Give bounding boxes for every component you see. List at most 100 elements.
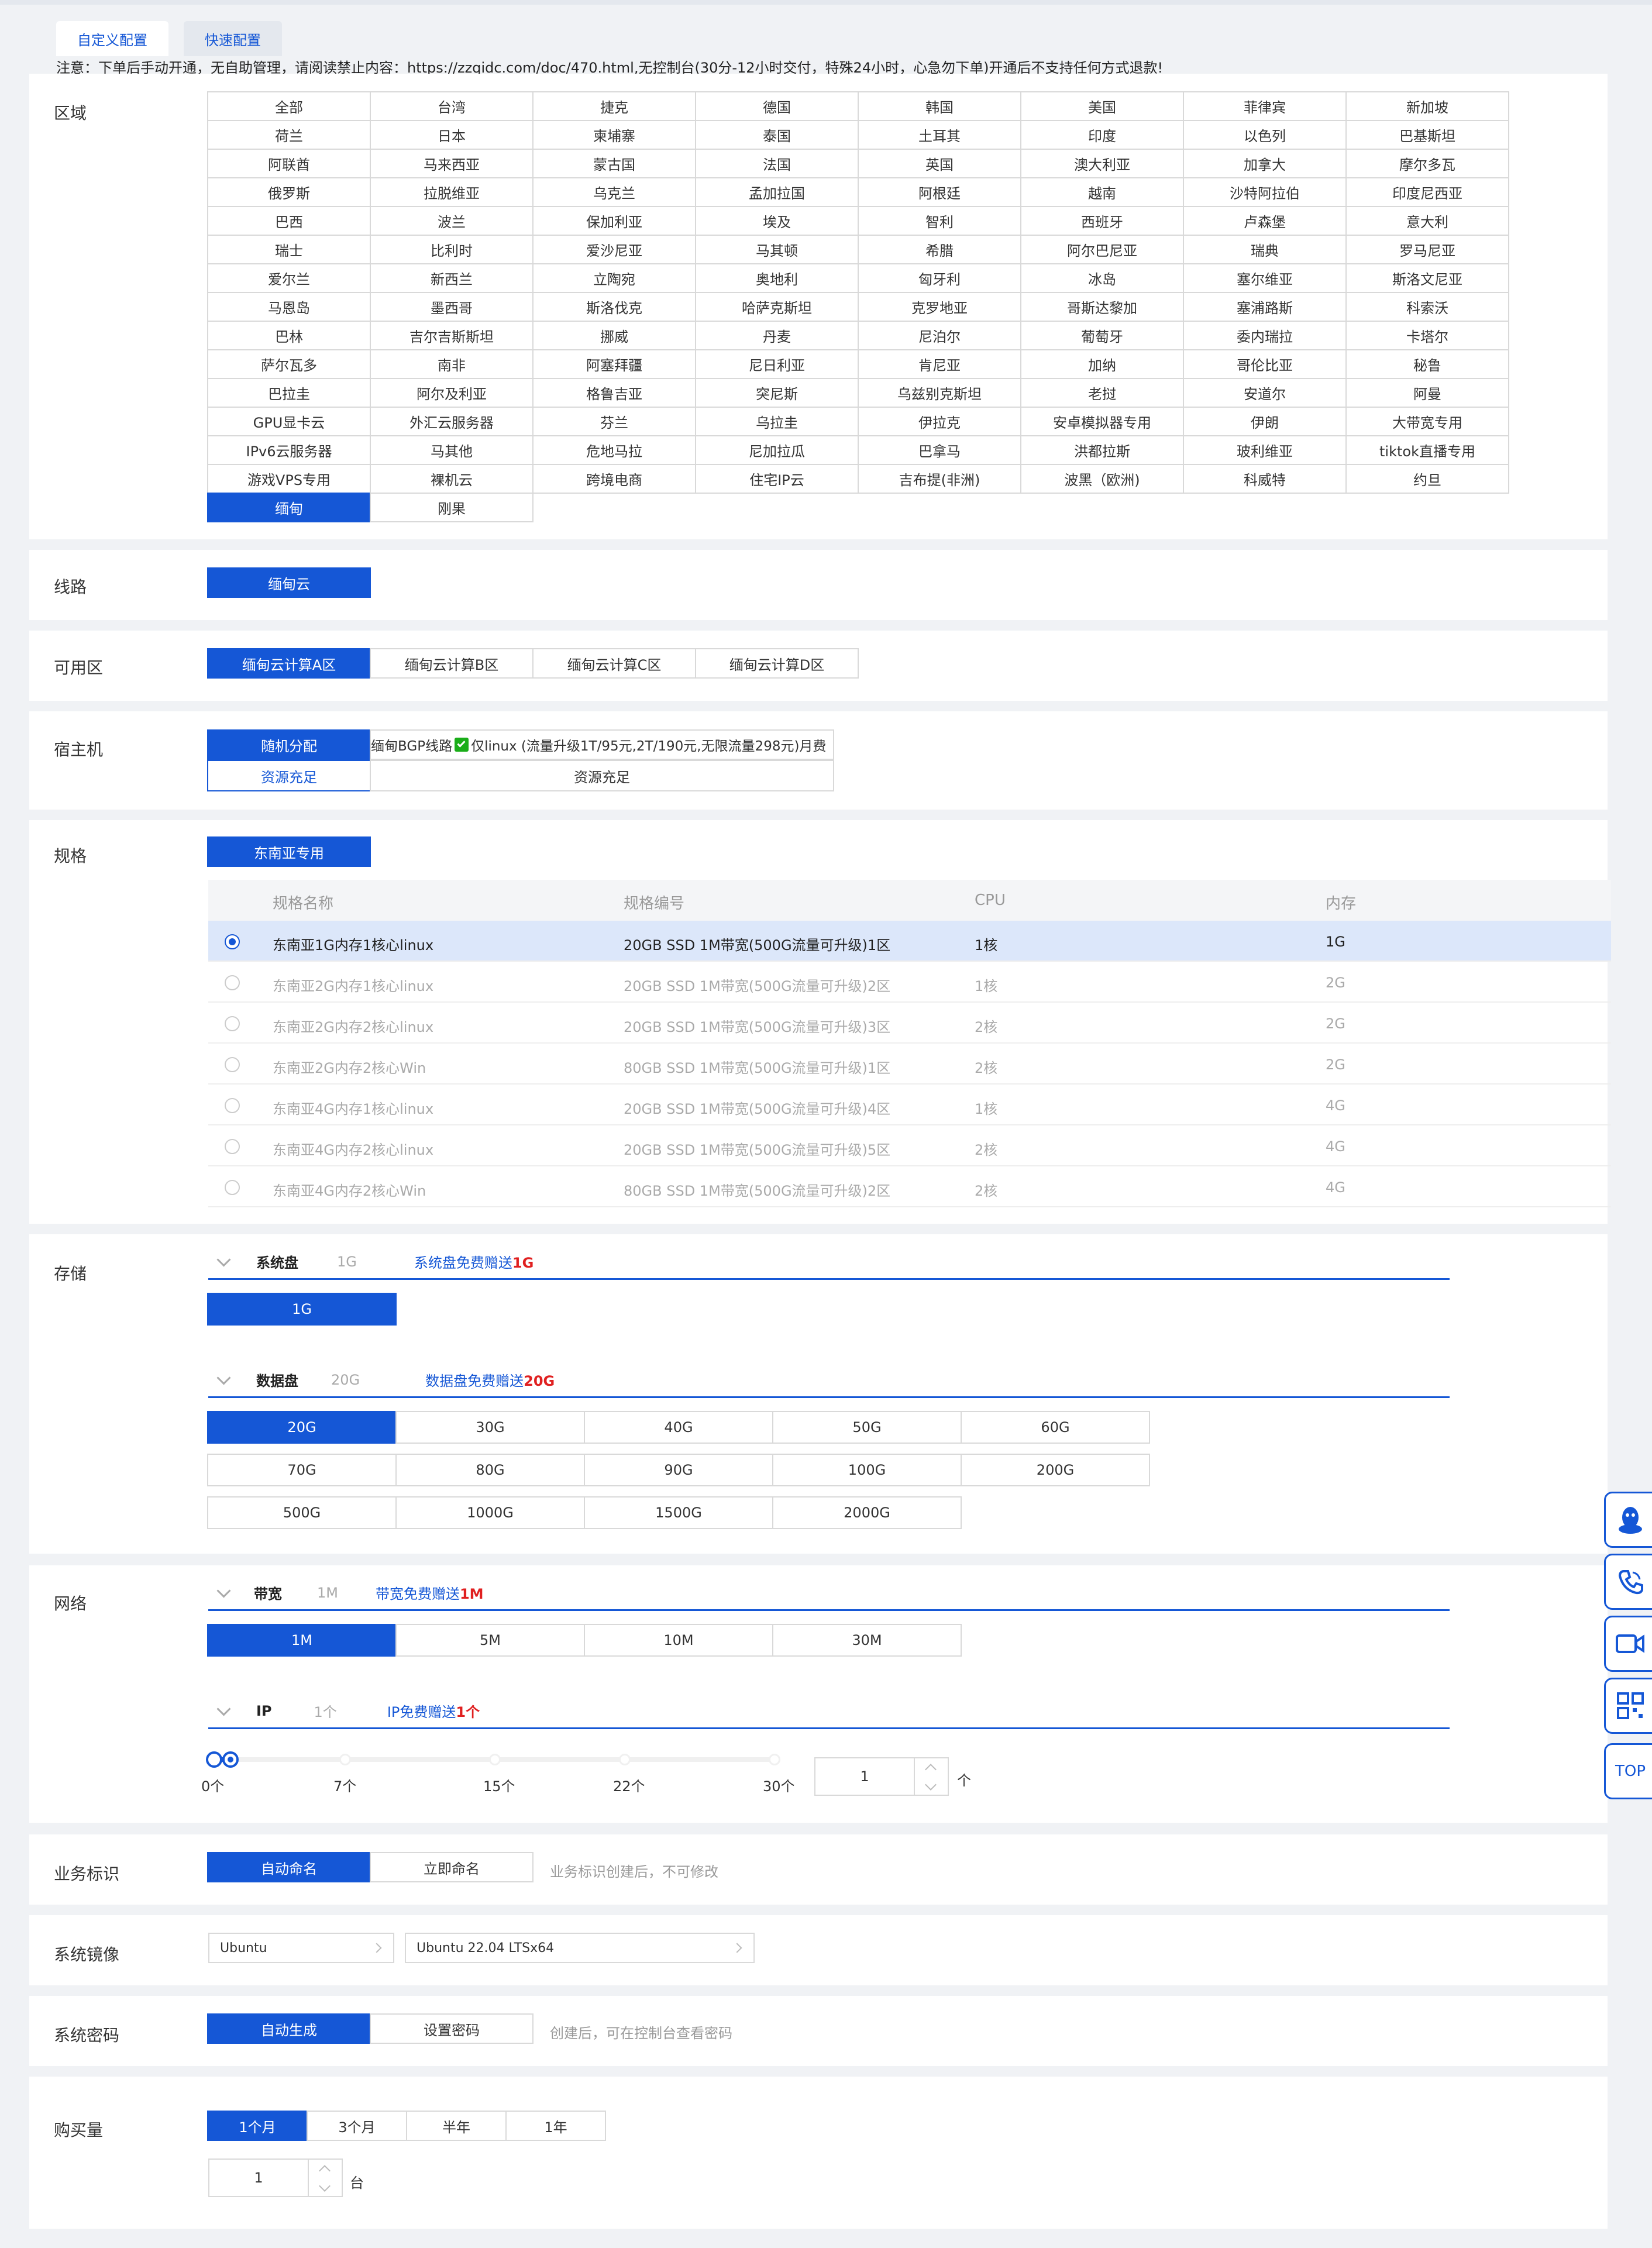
region-option[interactable]: 科威特 — [1183, 464, 1347, 494]
region-option[interactable]: 阿曼 — [1345, 378, 1509, 408]
region-option[interactable]: 埃及 — [695, 206, 859, 236]
quantity-value[interactable]: 1 — [209, 2170, 308, 2186]
ip-count-value[interactable]: 1 — [815, 1768, 914, 1785]
region-option[interactable]: 捷克 — [532, 91, 696, 121]
region-option[interactable]: 缅甸 — [207, 493, 371, 522]
region-option[interactable]: 安道尔 — [1183, 378, 1347, 408]
region-option[interactable]: 南非 — [370, 349, 534, 379]
region-option[interactable]: 菲律宾 — [1183, 91, 1347, 121]
region-option[interactable]: 阿联酋 — [207, 149, 371, 178]
phone-contact-button[interactable] — [1604, 1554, 1652, 1610]
qrcode-button[interactable] — [1604, 1678, 1652, 1734]
data-disk-option[interactable]: 2000G — [772, 1496, 962, 1529]
bandwidth-option[interactable]: 10M — [584, 1624, 773, 1657]
region-option[interactable]: 住宅IP云 — [695, 464, 859, 494]
region-option[interactable]: 沙特阿拉伯 — [1183, 177, 1347, 207]
region-option[interactable]: 美国 — [1020, 91, 1184, 121]
region-option[interactable]: 罗马尼亚 — [1345, 235, 1509, 264]
region-option[interactable]: 科索沃 — [1345, 292, 1509, 322]
region-option[interactable]: 萨尔瓦多 — [207, 349, 371, 379]
region-option[interactable]: 爱沙尼亚 — [532, 235, 696, 264]
region-option[interactable]: 阿根廷 — [858, 177, 1021, 207]
zone-option[interactable]: 缅甸云计算B区 — [370, 648, 534, 679]
region-option[interactable]: 老挝 — [1020, 378, 1184, 408]
region-option[interactable]: 约旦 — [1345, 464, 1509, 494]
region-option[interactable]: 新加坡 — [1345, 91, 1509, 121]
host-bgp-option[interactable]: 缅甸BGP线路 仅linux (流量升级1T/95元,2T/190元,无限流量2… — [370, 729, 834, 760]
region-option[interactable]: 希腊 — [858, 235, 1021, 264]
region-option[interactable]: 塞尔维亚 — [1183, 263, 1347, 293]
region-option[interactable]: 加拿大 — [1183, 149, 1347, 178]
ip-slider-tick-dot[interactable] — [769, 1754, 780, 1765]
region-option[interactable]: 德国 — [695, 91, 859, 121]
back-to-top-button[interactable]: TOP — [1604, 1743, 1652, 1799]
host-random-button[interactable]: 随机分配 — [207, 729, 371, 760]
region-option[interactable]: 丹麦 — [695, 321, 859, 350]
data-disk-option[interactable]: 80G — [395, 1454, 585, 1486]
ip-slider-tick-dot[interactable] — [339, 1754, 351, 1765]
data-disk-option[interactable]: 90G — [584, 1454, 773, 1486]
region-option[interactable]: 土耳其 — [858, 120, 1021, 150]
region-option[interactable]: 马其他 — [370, 435, 534, 465]
ip-slider-tick-dot[interactable] — [619, 1754, 631, 1765]
data-disk-header[interactable]: 数据盘 20G 数据盘免费赠送20G — [208, 1363, 1450, 1398]
region-option[interactable]: 英国 — [858, 149, 1021, 178]
spec-row[interactable]: 东南亚1G内存1核心linux 20GB SSD 1M带宽(500G流量可升级)1… — [208, 921, 1611, 962]
region-option[interactable]: 巴拿马 — [858, 435, 1021, 465]
ip-slider-handle[interactable] — [222, 1751, 239, 1768]
region-option[interactable]: IPv6云服务器 — [207, 435, 371, 465]
region-option[interactable]: 格鲁吉亚 — [532, 378, 696, 408]
region-option[interactable]: 巴林 — [207, 321, 371, 350]
region-option[interactable]: 哥斯达黎加 — [1020, 292, 1184, 322]
region-option[interactable]: 墨西哥 — [370, 292, 534, 322]
tab-custom-config[interactable]: 自定义配置 — [56, 21, 168, 56]
region-option[interactable]: 哥伦比亚 — [1183, 349, 1347, 379]
spec-row[interactable]: 东南亚4G内存1核心linux 20GB SSD 1M带宽(500G流量可升级)4… — [208, 1085, 1611, 1125]
bandwidth-option[interactable]: 1M — [207, 1624, 397, 1657]
spec-row[interactable]: 东南亚4G内存2核心Win 80GB SSD 1M带宽(500G流量可升级)2区 2… — [208, 1166, 1611, 1207]
zone-option[interactable]: 缅甸云计算C区 — [532, 648, 696, 679]
region-option[interactable]: 印度 — [1020, 120, 1184, 150]
region-option[interactable]: 伊拉克 — [858, 407, 1021, 436]
region-option[interactable]: 波黑（欧洲) — [1020, 464, 1184, 494]
chevron-up-icon[interactable] — [319, 2165, 331, 2177]
video-button[interactable] — [1604, 1616, 1652, 1672]
line-option-myanmar-cloud[interactable]: 缅甸云 — [207, 567, 371, 598]
region-option[interactable]: tiktok直播专用 — [1345, 435, 1509, 465]
radio-button[interactable] — [225, 975, 240, 990]
region-option[interactable]: 阿尔巴尼亚 — [1020, 235, 1184, 264]
ip-count-stepper[interactable]: 1 — [814, 1757, 949, 1796]
os-version-select[interactable]: Ubuntu 22.04 LTSx64 — [405, 1933, 755, 1963]
region-option[interactable]: 保加利亚 — [532, 206, 696, 236]
auto-name-button[interactable]: 自动命名 — [207, 1852, 371, 1882]
region-option[interactable]: 克罗地亚 — [858, 292, 1021, 322]
region-option[interactable]: 日本 — [370, 120, 534, 150]
region-option[interactable]: 俄罗斯 — [207, 177, 371, 207]
region-option[interactable]: 比利时 — [370, 235, 534, 264]
region-option[interactable]: 卡塔尔 — [1345, 321, 1509, 350]
set-password-button[interactable]: 设置密码 — [370, 2013, 534, 2044]
region-option[interactable]: 匈牙利 — [858, 263, 1021, 293]
name-now-button[interactable]: 立即命名 — [370, 1852, 534, 1882]
region-option[interactable]: 秘鲁 — [1345, 349, 1509, 379]
radio-button[interactable] — [225, 1180, 240, 1195]
data-disk-option[interactable]: 40G — [584, 1411, 773, 1444]
region-option[interactable]: 突尼斯 — [695, 378, 859, 408]
region-option[interactable]: 摩尔多瓦 — [1345, 149, 1509, 178]
data-disk-option[interactable]: 1000G — [395, 1496, 585, 1529]
radio-button[interactable] — [225, 1098, 240, 1113]
ip-stepper-buttons[interactable] — [914, 1758, 948, 1795]
region-option[interactable]: 印度尼西亚 — [1345, 177, 1509, 207]
region-option[interactable]: 加纳 — [1020, 349, 1184, 379]
region-option[interactable]: 奥地利 — [695, 263, 859, 293]
radio-button[interactable] — [225, 1057, 240, 1072]
region-option[interactable]: 澳大利亚 — [1020, 149, 1184, 178]
data-disk-option[interactable]: 200G — [961, 1454, 1150, 1486]
region-option[interactable]: 泰国 — [695, 120, 859, 150]
purchase-period-option[interactable]: 1年 — [505, 2111, 606, 2141]
region-option[interactable]: 阿尔及利亚 — [370, 378, 534, 408]
region-option[interactable]: 韩国 — [858, 91, 1021, 121]
region-option[interactable]: 大带宽专用 — [1345, 407, 1509, 436]
radio-button[interactable] — [225, 1139, 240, 1154]
region-option[interactable]: 瑞士 — [207, 235, 371, 264]
